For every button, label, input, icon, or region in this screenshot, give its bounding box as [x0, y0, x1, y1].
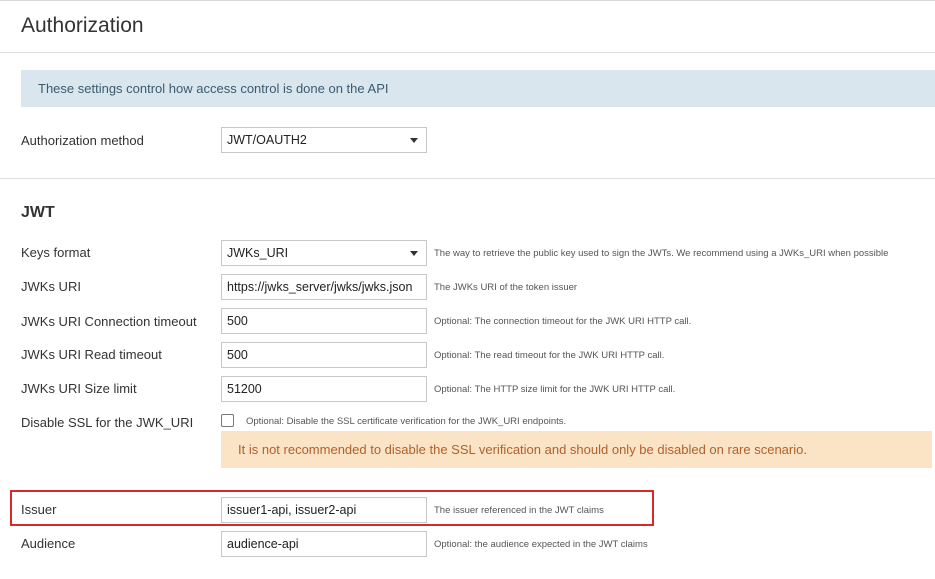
- authorization-method-value: JWT/OAUTH2: [227, 133, 307, 147]
- size-limit-help: Optional: The HTTP size limit for the JW…: [434, 384, 676, 395]
- jwt-section-heading: JWT: [21, 204, 55, 221]
- section-divider: [0, 178, 935, 179]
- jwks-uri-label: JWKs URI: [21, 279, 81, 294]
- issuer-label: Issuer: [21, 502, 57, 517]
- chevron-down-icon: [410, 251, 418, 256]
- chevron-down-icon: [410, 138, 418, 143]
- authorization-page: Authorization These settings control how…: [0, 0, 935, 579]
- read-timeout-label: JWKs URI Read timeout: [21, 347, 162, 362]
- top-border: [0, 0, 935, 1]
- authorization-method-label: Authorization method: [21, 133, 144, 148]
- keys-format-select[interactable]: JWKs_URI: [221, 240, 427, 266]
- size-limit-input[interactable]: 51200: [221, 376, 427, 402]
- jwks-uri-help: The JWKs URI of the token issuer: [434, 282, 578, 293]
- audience-label: Audience: [21, 536, 76, 551]
- disable-ssl-label: Disable SSL for the JWK_URI: [21, 415, 194, 430]
- audience-input[interactable]: audience-api: [221, 531, 427, 557]
- issuer-help: The issuer referenced in the JWT claims: [434, 505, 604, 516]
- issuer-input[interactable]: issuer1-api, issuer2-api: [221, 497, 427, 523]
- disable-ssl-checkbox[interactable]: [221, 414, 234, 427]
- read-timeout-help: Optional: The read timeout for the JWK U…: [434, 350, 665, 361]
- info-banner: These settings control how access contro…: [21, 70, 935, 107]
- keys-format-help: The way to retrieve the public key used …: [434, 248, 889, 259]
- disable-ssl-help: Optional: Disable the SSL certificate ve…: [246, 416, 567, 427]
- keys-format-label: Keys format: [21, 245, 91, 260]
- title-divider: [0, 52, 935, 53]
- read-timeout-input[interactable]: 500: [221, 342, 427, 368]
- connection-timeout-help: Optional: The connection timeout for the…: [434, 316, 692, 327]
- keys-format-value: JWKs_URI: [227, 246, 289, 260]
- page-title: Authorization: [21, 14, 144, 37]
- size-limit-label: JWKs URI Size limit: [21, 381, 137, 396]
- disable-ssl-warning: It is not recommended to disable the SSL…: [221, 431, 932, 468]
- jwks-uri-input[interactable]: https://jwks_server/jwks/jwks.json: [221, 274, 427, 300]
- authorization-method-select[interactable]: JWT/OAUTH2: [221, 127, 427, 153]
- connection-timeout-input[interactable]: 500: [221, 308, 427, 334]
- connection-timeout-label: JWKs URI Connection timeout: [21, 314, 197, 329]
- audience-help: Optional: the audience expected in the J…: [434, 539, 648, 550]
